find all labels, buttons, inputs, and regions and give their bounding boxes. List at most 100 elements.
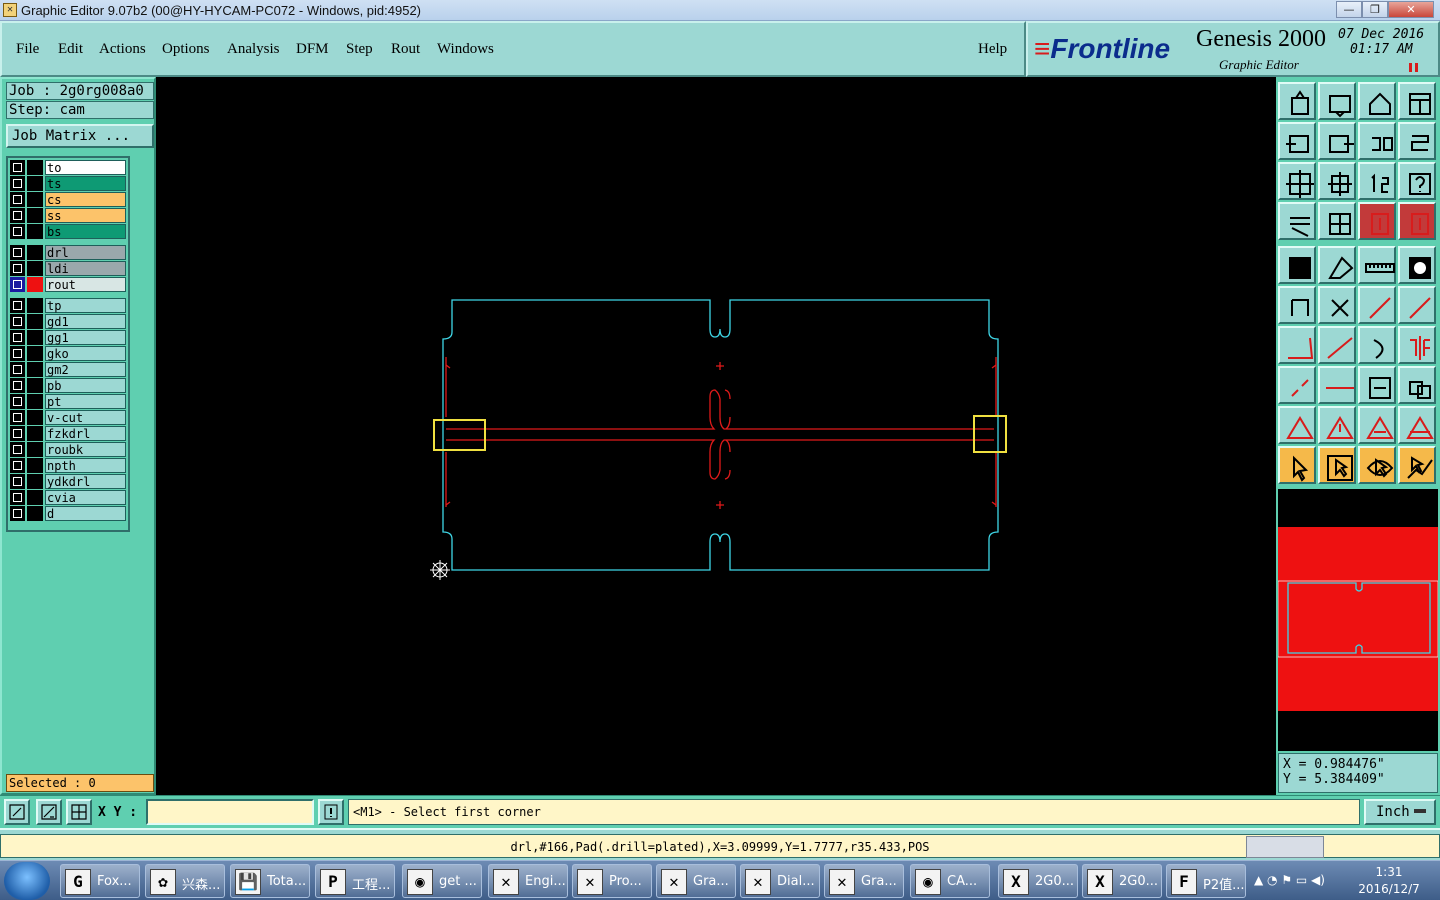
layer-checkbox[interactable]: [10, 208, 25, 223]
save-button[interactable]: [1318, 82, 1356, 120]
layer-row-to[interactable]: to: [10, 160, 126, 175]
layer-name[interactable]: npth: [45, 458, 126, 473]
group-button[interactable]: [1398, 366, 1436, 404]
layer-row-ts[interactable]: ts: [10, 176, 126, 191]
layer-row-cvia[interactable]: cvia: [10, 490, 126, 505]
layer-checkbox[interactable]: [10, 346, 25, 361]
ime-toolbar[interactable]: [1246, 836, 1324, 858]
traffic-b-button[interactable]: [1398, 202, 1436, 240]
layer-checkbox[interactable]: [10, 314, 25, 329]
layer-name[interactable]: gm2: [45, 362, 126, 377]
layer-name[interactable]: rout: [45, 277, 126, 292]
layer-name[interactable]: v-cut: [45, 410, 126, 425]
taskbar-item[interactable]: ✿ 兴森...: [145, 864, 225, 898]
layer-checkbox[interactable]: [10, 458, 25, 473]
layer-checkbox[interactable]: [10, 426, 25, 441]
zoom-fit-button[interactable]: [1278, 162, 1316, 200]
layer-row-drl[interactable]: drl: [10, 245, 126, 260]
layer-checkbox[interactable]: [10, 490, 25, 505]
taskbar-item[interactable]: 💾 Tota...: [230, 864, 310, 898]
menu-step[interactable]: Step: [346, 41, 373, 58]
pad-button[interactable]: [1278, 246, 1316, 284]
edit-shape-button[interactable]: [1318, 246, 1356, 284]
grid-button[interactable]: [1318, 202, 1356, 240]
layer-row-npth[interactable]: npth: [10, 458, 126, 473]
zoom-window-button[interactable]: [4, 799, 30, 825]
layer-checkbox[interactable]: [10, 506, 25, 521]
open-job-button[interactable]: [1278, 82, 1316, 120]
layer-row-d[interactable]: d: [10, 506, 126, 521]
arc-button[interactable]: [1358, 326, 1396, 364]
window-button[interactable]: [1398, 82, 1436, 120]
layer-name[interactable]: to: [45, 160, 126, 175]
snap-button[interactable]: [1278, 366, 1316, 404]
select-button[interactable]: [1278, 446, 1316, 484]
undo-button[interactable]: [1358, 122, 1396, 160]
circle-button[interactable]: [1398, 246, 1436, 284]
zoom-center-button[interactable]: [1318, 162, 1356, 200]
taskbar-item[interactable]: ◉ CA...: [910, 864, 990, 898]
layer-name[interactable]: drl: [45, 245, 126, 260]
layer-row-roubk[interactable]: roubk: [10, 442, 126, 457]
layer-checkbox[interactable]: [10, 277, 25, 292]
ruler-button[interactable]: [1358, 246, 1396, 284]
layer-checkbox[interactable]: [10, 160, 25, 175]
layer-name[interactable]: ldi: [45, 261, 126, 276]
layer-row-gko[interactable]: gko: [10, 346, 126, 361]
menu-actions[interactable]: Actions: [99, 41, 146, 58]
taskbar-item[interactable]: ✕ Pro...: [572, 864, 652, 898]
settings-button[interactable]: [1278, 202, 1316, 240]
triangle-c-button[interactable]: [1358, 406, 1396, 444]
traffic-a-button[interactable]: [1358, 202, 1396, 240]
layer-row-tp[interactable]: tp: [10, 298, 126, 313]
layer-name[interactable]: ss: [45, 208, 126, 223]
layer-row-ldi[interactable]: ldi: [10, 261, 126, 276]
redo-button[interactable]: [1398, 122, 1436, 160]
layer-name[interactable]: pb: [45, 378, 126, 393]
layer-checkbox[interactable]: [10, 224, 25, 239]
menu-file[interactable]: File: [16, 41, 39, 58]
grid-snap-button[interactable]: [66, 799, 92, 825]
taskbar-item[interactable]: ✕ Engi...: [488, 864, 568, 898]
layer-checkbox[interactable]: [10, 176, 25, 191]
layer-checkbox[interactable]: [10, 261, 25, 276]
layer-row-rout[interactable]: rout: [10, 277, 126, 292]
layer-name[interactable]: roubk: [45, 442, 126, 457]
layer-row-v-cut[interactable]: v-cut: [10, 410, 126, 425]
layer-checkbox[interactable]: [10, 245, 25, 260]
taskbar-item[interactable]: X 2G0...: [1082, 864, 1162, 898]
unit-selector[interactable]: Inch: [1364, 799, 1436, 825]
mirror-button[interactable]: [1398, 326, 1436, 364]
layer-name[interactable]: gg1: [45, 330, 126, 345]
layer-out-button[interactable]: [1318, 122, 1356, 160]
layer-row-fzkdrl[interactable]: fzkdrl: [10, 426, 126, 441]
layer-name[interactable]: tp: [45, 298, 126, 313]
layer-row-pt[interactable]: pt: [10, 394, 126, 409]
layer-name[interactable]: ts: [45, 176, 126, 191]
layer-row-ydkdrl[interactable]: ydkdrl: [10, 474, 126, 489]
scale-1-2-button[interactable]: [1358, 162, 1396, 200]
select-path-button[interactable]: [1398, 446, 1436, 484]
taskbar-item[interactable]: G Fox...: [60, 864, 140, 898]
taskbar-item[interactable]: F P2值...: [1166, 864, 1246, 898]
layer-name[interactable]: cvia: [45, 490, 126, 505]
line-point-button[interactable]: [1358, 286, 1396, 324]
layer-name[interactable]: ydkdrl: [45, 474, 126, 489]
layer-row-gg1[interactable]: gg1: [10, 330, 126, 345]
layer-row-gd1[interactable]: gd1: [10, 314, 126, 329]
layer-checkbox[interactable]: [10, 378, 25, 393]
menu-help[interactable]: Help: [978, 41, 1007, 58]
layer-checkbox[interactable]: [10, 298, 25, 313]
menu-edit[interactable]: Edit: [58, 41, 83, 58]
layer-checkbox[interactable]: [10, 330, 25, 345]
triangle-d-button[interactable]: [1398, 406, 1436, 444]
angle-button[interactable]: [1278, 326, 1316, 364]
triangle-b-button[interactable]: [1318, 406, 1356, 444]
select-box-button[interactable]: [1318, 446, 1356, 484]
layer-name[interactable]: cs: [45, 192, 126, 207]
layer-name[interactable]: pt: [45, 394, 126, 409]
menu-options[interactable]: Options: [162, 41, 210, 58]
layer-checkbox[interactable]: [10, 192, 25, 207]
menu-rout[interactable]: Rout: [391, 41, 420, 58]
measure-button[interactable]: [36, 799, 62, 825]
